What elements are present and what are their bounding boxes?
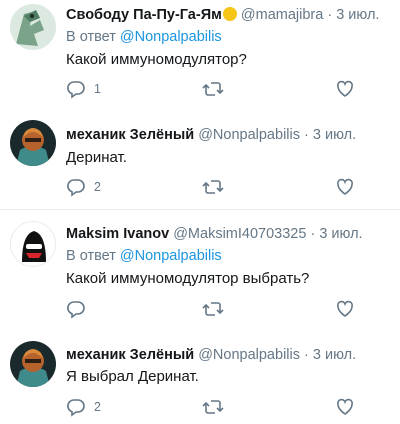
author-handle[interactable]: @Nonpalpabilis — [198, 347, 300, 363]
like-button[interactable] — [335, 397, 355, 417]
tweet-actions: 1 — [66, 79, 366, 99]
reply-prefix: В ответ — [66, 248, 116, 264]
reply-to-link[interactable]: @Nonpalpabilis — [120, 248, 222, 264]
reply-button[interactable]: 1 — [66, 79, 101, 99]
reply-context: В ответ @Nonpalpabilis — [66, 247, 222, 265]
reply-to-link[interactable]: @Nonpalpabilis — [120, 29, 222, 45]
retweet-button[interactable] — [202, 79, 224, 99]
separator-dot: · — [310, 226, 316, 242]
author-name[interactable]: механик Зелёный — [66, 127, 194, 143]
reply-count: 2 — [94, 180, 101, 194]
separator-dot: · — [304, 347, 309, 363]
author-name[interactable]: Свободу Па-Пу-Га-Ям — [66, 7, 222, 23]
reply-context: В ответ @Nonpalpabilis — [66, 28, 222, 46]
author-handle[interactable]: @mamajibra — [241, 7, 323, 23]
tweet-actions — [66, 299, 366, 319]
retweet-button[interactable] — [202, 177, 224, 197]
reply-count: 1 — [94, 82, 101, 96]
default-egg-avatar[interactable] — [10, 221, 56, 267]
reply-icon — [67, 301, 85, 319]
tweet-4[interactable]: механик Зелёный @Nonpalpabilis · 3 июл. … — [0, 331, 400, 424]
heart-icon — [336, 300, 354, 317]
reply-count: 2 — [94, 400, 101, 414]
reply-icon — [67, 179, 85, 197]
tweet-date[interactable]: 3 июл. — [319, 226, 362, 242]
tweet-text: Я выбрал Деринат. — [66, 368, 199, 385]
tweet-date[interactable]: 3 июл. — [313, 127, 356, 143]
retweet-icon — [202, 302, 224, 316]
reply-button[interactable] — [66, 299, 86, 319]
reply-icon — [67, 399, 85, 417]
retweet-icon — [202, 400, 224, 414]
like-button[interactable] — [335, 177, 355, 197]
retweet-icon — [202, 82, 224, 96]
tweet-text: Какой иммуномодулятор? — [66, 51, 247, 68]
reply-button[interactable]: 2 — [66, 397, 101, 417]
tweet-text: Деринат. — [66, 149, 127, 166]
tweet-date[interactable]: 3 июл. — [313, 347, 356, 363]
reply-button[interactable]: 2 — [66, 177, 101, 197]
tweet-date[interactable]: 3 июл. — [336, 7, 379, 23]
mechanic-avatar[interactable] — [10, 341, 56, 387]
mechanic-avatar[interactable] — [10, 120, 56, 166]
heart-icon — [336, 80, 354, 97]
separator-dot: · — [327, 7, 333, 23]
tweet-3[interactable]: Maksim Ivanov @MaksimI40703325 · 3 июл. … — [0, 211, 400, 331]
author-handle[interactable]: @MaksimI40703325 — [173, 226, 306, 242]
tweet-actions: 2 — [66, 397, 366, 417]
retweet-button[interactable] — [202, 299, 224, 319]
parrot-avatar[interactable] — [10, 4, 56, 50]
reply-icon — [67, 81, 85, 99]
retweet-button[interactable] — [202, 397, 224, 417]
tweet-text: Какой иммуномодулятор выбрать? — [66, 270, 310, 287]
tweet-1[interactable]: Свободу Па-Пу-Га-Ям @mamajibra · 3 июл. … — [0, 0, 400, 110]
reply-prefix: В ответ — [66, 29, 116, 45]
author-name[interactable]: механик Зелёный — [66, 347, 194, 363]
tweet-actions: 2 — [66, 177, 366, 197]
heart-icon — [336, 178, 354, 195]
author-name[interactable]: Maksim Ivanov — [66, 226, 169, 242]
like-button[interactable] — [335, 299, 355, 319]
fist-emoji-icon — [222, 7, 237, 21]
retweet-icon — [202, 180, 224, 194]
author-handle[interactable]: @Nonpalpabilis — [198, 127, 300, 143]
like-button[interactable] — [335, 79, 355, 99]
separator-dot: · — [304, 127, 309, 143]
tweet-2[interactable]: механик Зелёный @Nonpalpabilis · 3 июл. … — [0, 110, 400, 210]
heart-icon — [336, 398, 354, 415]
